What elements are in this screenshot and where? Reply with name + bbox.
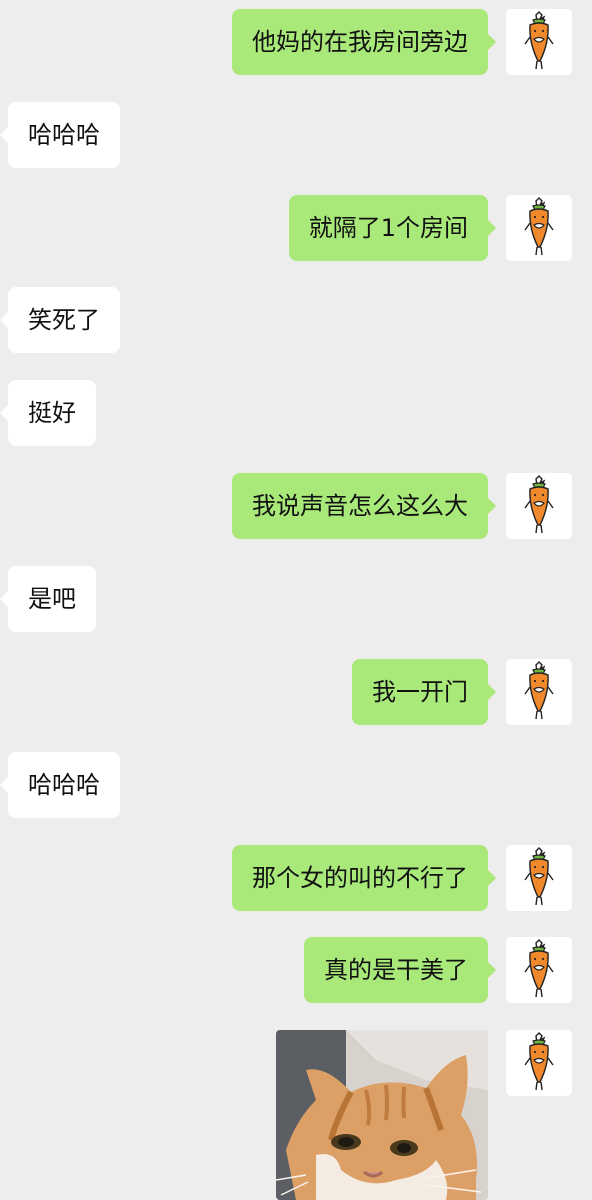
cat-sticker — [276, 1030, 488, 1200]
carrot-avatar-icon[interactable] — [506, 195, 572, 261]
incoming-message-bubble[interactable]: 笑死了 — [0, 287, 120, 353]
carrot-avatar-icon[interactable] — [506, 845, 572, 911]
outgoing-message-bubble[interactable]: 他妈的在我房间旁边 — [232, 9, 496, 75]
carrot-avatar-icon[interactable] — [506, 937, 572, 1003]
carrot-avatar-icon[interactable] — [506, 1030, 572, 1096]
carrot-avatar-icon[interactable] — [506, 473, 572, 539]
outgoing-message-bubble[interactable]: 我说声音怎么这么大 — [232, 473, 496, 539]
outgoing-message-bubble[interactable]: 就隔了1个房间 — [288, 195, 497, 261]
outgoing-message-bubble[interactable]: 真的是干美了 — [304, 937, 496, 1003]
incoming-message-bubble[interactable]: 是吧 — [0, 566, 96, 632]
outgoing-message-bubble[interactable]: 那个女的叫的不行了 — [232, 845, 496, 911]
incoming-message-bubble[interactable]: 哈哈哈 — [0, 752, 120, 818]
carrot-avatar-icon[interactable] — [506, 659, 572, 725]
incoming-message-bubble[interactable]: 挺好 — [0, 380, 96, 446]
carrot-avatar-icon[interactable] — [506, 9, 572, 75]
incoming-message-bubble[interactable]: 哈哈哈 — [0, 102, 120, 168]
cat-sticker-image[interactable] — [276, 1030, 488, 1200]
chat-area[interactable]: 他妈的在我房间旁边 哈哈哈 就隔了1个房间 笑死了 挺好 我说声音怎么这么大 是… — [0, 0, 592, 1200]
outgoing-message-bubble[interactable]: 我一开门 — [352, 659, 496, 725]
